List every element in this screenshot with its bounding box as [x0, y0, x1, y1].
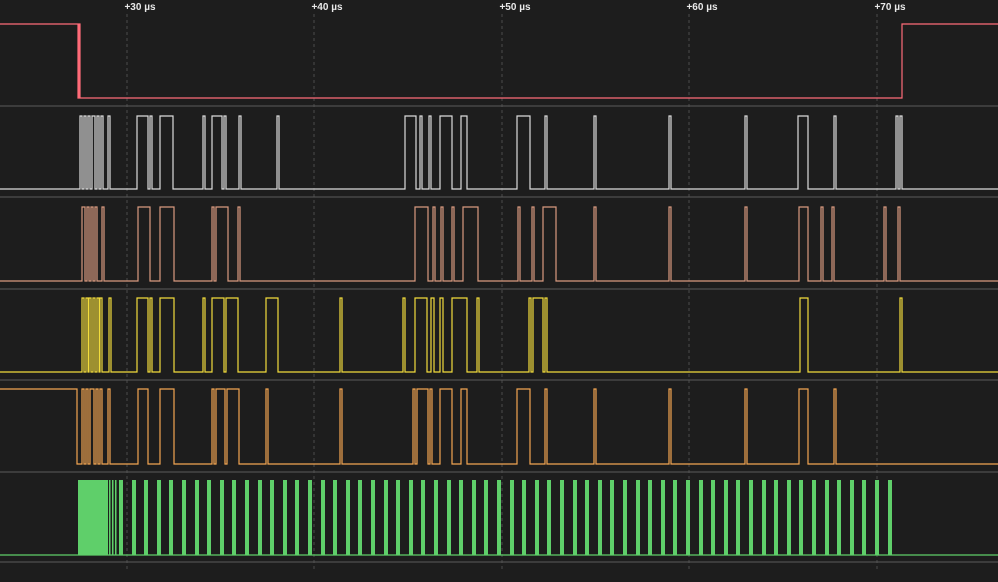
clock-pulse: [115, 480, 117, 555]
clock-pulse: [711, 480, 715, 555]
clock-pulse: [132, 480, 136, 555]
clock-pulse: [749, 480, 753, 555]
clock-pulse: [245, 480, 249, 555]
clock-pulse: [371, 480, 375, 555]
clock-pulse: [573, 480, 577, 555]
clock-pulse: [182, 480, 186, 555]
clock-pulse: [510, 480, 514, 555]
clock-pulse: [636, 480, 640, 555]
clock-pulse: [736, 480, 740, 555]
clock-pulse: [535, 480, 539, 555]
clock-pulse: [109, 480, 111, 555]
clock-pulse: [585, 480, 589, 555]
waveform-channel-1: [0, 23, 998, 99]
clock-pulse: [623, 480, 627, 555]
clock-pulse: [447, 480, 451, 555]
clock-pulse: [220, 480, 224, 555]
clock-pulse: [699, 480, 703, 555]
waveform-channel-3: [0, 206, 998, 282]
clock-pulse: [547, 480, 551, 555]
clock-pulse: [787, 480, 791, 555]
waveform-channel-2: [0, 115, 998, 190]
clock-pulse: [875, 480, 879, 555]
clock-pulse: [321, 480, 325, 555]
clock-pulse: [258, 480, 262, 555]
clock-pulse: [459, 480, 463, 555]
waveform-channel-5: [0, 388, 998, 465]
clock-pulse: [333, 480, 337, 555]
clock-pulse: [673, 480, 677, 555]
clock-pulse: [837, 480, 841, 555]
clock-pulse: [232, 480, 236, 555]
clock-pulse: [283, 480, 287, 555]
clock-pulse: [648, 480, 652, 555]
clock-pulse: [850, 480, 854, 555]
clock-pulse: [346, 480, 350, 555]
clock-pulse: [308, 480, 312, 555]
waveform-channel-4: [0, 297, 998, 373]
clock-pulse: [812, 480, 816, 555]
clock-pulse: [144, 480, 148, 555]
clock-pulse: [724, 480, 728, 555]
clock-pulse: [434, 480, 438, 555]
clock-pulse: [207, 480, 211, 555]
clock-pulse: [825, 480, 829, 555]
clock-pulse: [421, 480, 425, 555]
clock-pulse: [384, 480, 388, 555]
clock-burst: [78, 480, 108, 555]
clock-pulse: [799, 480, 803, 555]
clock-pulse: [497, 480, 501, 555]
waveform-channel-6: [0, 480, 998, 556]
clock-pulse: [560, 480, 564, 555]
waveform-canvas[interactable]: [0, 0, 998, 582]
clock-pulse: [409, 480, 413, 555]
clock-pulse: [396, 480, 400, 555]
clock-pulse: [610, 480, 614, 555]
clock-pulse: [472, 480, 476, 555]
clock-pulse: [686, 480, 690, 555]
clock-pulse: [358, 480, 362, 555]
clock-pulse: [862, 480, 866, 555]
clock-pulse: [119, 480, 123, 555]
clock-pulse: [888, 480, 892, 555]
clock-pulse: [522, 480, 526, 555]
clock-pulse: [774, 480, 778, 555]
clock-pulse: [157, 480, 161, 555]
clock-pulse: [112, 480, 114, 555]
clock-pulse: [661, 480, 665, 555]
clock-pulse: [295, 480, 299, 555]
clock-pulse: [762, 480, 766, 555]
clock-pulse: [195, 480, 199, 555]
clock-pulse: [484, 480, 488, 555]
clock-pulse: [270, 480, 274, 555]
clock-pulse: [598, 480, 602, 555]
clock-pulse: [169, 480, 173, 555]
